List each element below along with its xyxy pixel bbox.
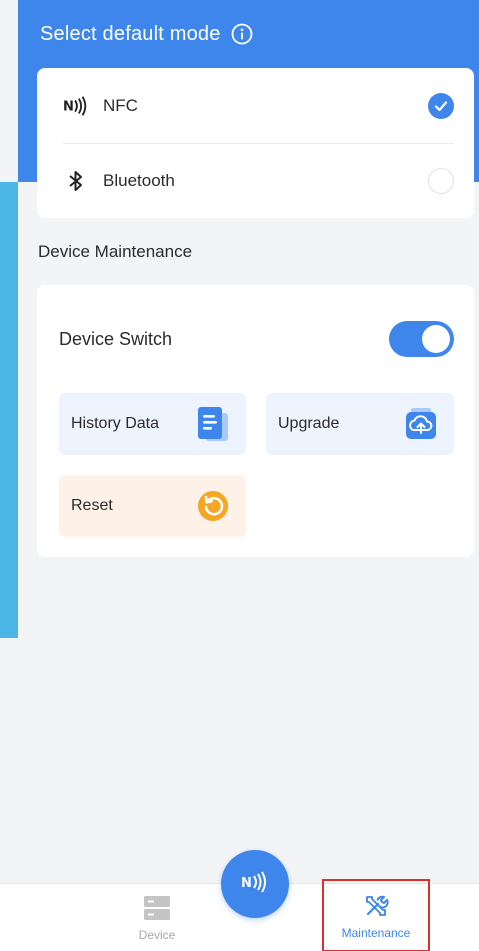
svg-text:N: N <box>63 99 74 114</box>
reset-button[interactable]: Reset <box>59 475 246 537</box>
nfc-scan-button[interactable]: N <box>221 850 289 918</box>
radio-unchecked-icon[interactable] <box>428 167 454 194</box>
page-title: Select default mode <box>40 18 253 50</box>
radio-checked-icon[interactable] <box>428 92 454 119</box>
svg-text:N: N <box>241 876 252 891</box>
history-data-button[interactable]: History Data <box>59 393 246 455</box>
nfc-icon: N <box>63 93 89 119</box>
nav-label-maintenance: Maintenance <box>341 925 411 940</box>
nav-label-device: Device <box>138 928 176 942</box>
info-icon[interactable] <box>231 23 253 45</box>
maintenance-card: Device Switch History Data Upgrade Reset <box>37 285 474 557</box>
mode-label-nfc: NFC <box>103 95 138 115</box>
device-switch-toggle[interactable] <box>389 321 454 357</box>
header-title-text: Select default mode <box>40 22 221 45</box>
section-title: Device Maintenance <box>38 242 193 261</box>
reset-icon <box>194 487 232 525</box>
toggle-knob <box>422 325 450 353</box>
nav-tab-device[interactable]: Device <box>97 884 217 951</box>
mode-card: N NFC Bluetooth <box>37 68 474 218</box>
mode-option-bluetooth[interactable]: Bluetooth <box>37 143 474 218</box>
history-data-label: History Data <box>71 415 160 432</box>
side-strip <box>0 182 18 638</box>
tools-icon <box>362 892 390 920</box>
reset-label: Reset <box>71 497 113 514</box>
bluetooth-icon <box>63 168 89 194</box>
mode-option-nfc[interactable]: N NFC <box>37 68 474 143</box>
device-switch-row: Device Switch <box>59 321 454 357</box>
nav-tab-maintenance[interactable]: Maintenance <box>322 879 430 951</box>
cloud-upload-icon <box>402 405 440 443</box>
document-icon <box>194 405 232 443</box>
mode-label-bluetooth: Bluetooth <box>103 170 175 190</box>
nfc-icon: N <box>239 870 271 899</box>
upgrade-label: Upgrade <box>278 415 340 432</box>
app-screen: Select default mode N NFC Bluetooth Devi… <box>0 0 479 951</box>
server-icon <box>143 894 171 922</box>
upgrade-button[interactable]: Upgrade <box>266 393 454 455</box>
device-switch-label: Device Switch <box>59 328 173 349</box>
